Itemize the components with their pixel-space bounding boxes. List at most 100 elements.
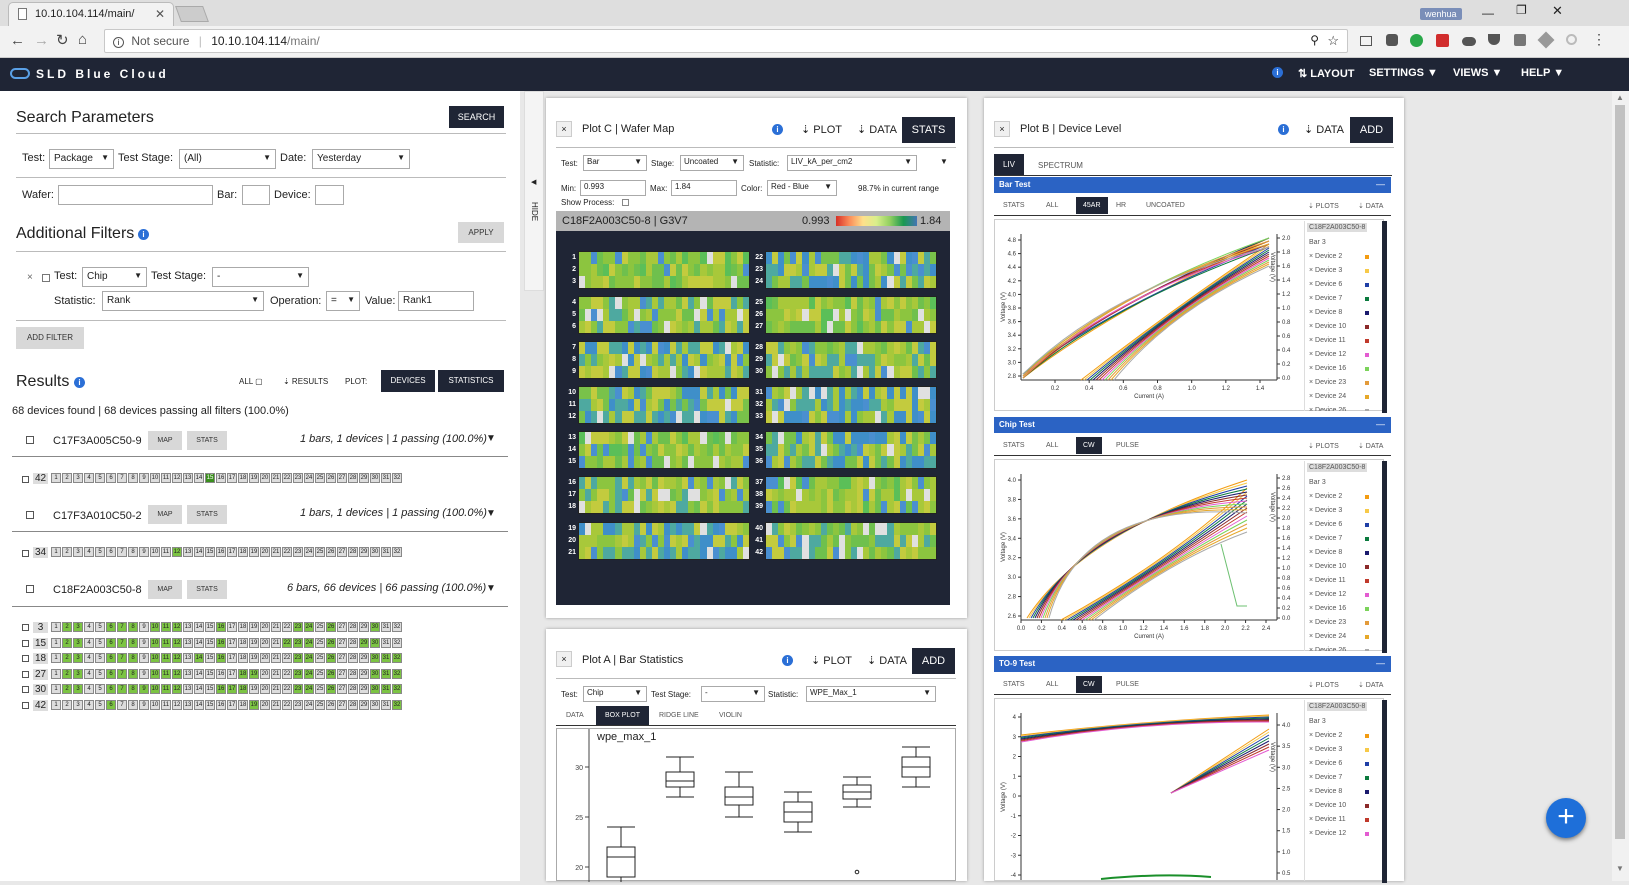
device-cell[interactable]: 20	[260, 668, 270, 679]
device-cell[interactable]: 3	[73, 547, 83, 557]
nav-settings[interactable]: SETTINGS ▼	[1369, 67, 1438, 79]
device-cell[interactable]: 10	[150, 684, 160, 695]
legend-item[interactable]: × Device 24	[1309, 393, 1373, 400]
device-cell[interactable]: 7	[117, 622, 127, 632]
box-statistic-select[interactable]: WPE_Max_1 ▼	[806, 686, 936, 702]
device-cell[interactable]: 6	[106, 684, 116, 695]
device-cell[interactable]: 25	[315, 700, 325, 710]
device-cell[interactable]: 23	[293, 637, 303, 648]
profile-name[interactable]: wenhua	[1420, 8, 1462, 20]
reload-icon[interactable]: ↻	[56, 31, 69, 49]
device-cell[interactable]: 4	[84, 637, 94, 648]
filter-stage-select[interactable]: - ▼	[212, 267, 309, 287]
device-cell[interactable]: 28	[348, 700, 358, 710]
device-cell[interactable]: 2	[62, 653, 72, 664]
device-cell[interactable]: 7	[117, 653, 127, 664]
device-cell[interactable]: 25	[315, 622, 325, 632]
add-button[interactable]: ADD	[912, 648, 955, 674]
date-select[interactable]: Yesterday ▼	[312, 149, 410, 169]
heatmap-block[interactable]	[765, 522, 937, 560]
device-cell[interactable]: 4	[84, 622, 94, 632]
heatmap-block[interactable]	[765, 296, 937, 334]
info-icon[interactable]: i	[113, 37, 124, 48]
legend-item[interactable]: × Device 26	[1309, 407, 1373, 411]
device-cell[interactable]: 31	[381, 700, 391, 710]
device-cell[interactable]: 10	[150, 547, 160, 557]
device-cell[interactable]: 26	[326, 473, 336, 483]
device-cell[interactable]: 22	[282, 473, 292, 483]
device-cell[interactable]: 23	[293, 684, 303, 695]
bar-checkbox[interactable]	[22, 476, 29, 483]
device-cell[interactable]: 27	[337, 637, 347, 648]
device-cell[interactable]: 18	[238, 547, 248, 557]
device-cell[interactable]: 6	[106, 653, 116, 664]
device-cell[interactable]: 21	[271, 637, 281, 648]
device-cell[interactable]: 18	[238, 622, 248, 632]
zoom-icon[interactable]: ⚲	[1310, 33, 1319, 47]
cloud-icon[interactable]	[1462, 37, 1476, 46]
device-cell[interactable]: 10	[150, 668, 160, 679]
remove-filter-icon[interactable]: ×	[27, 272, 33, 283]
legend-item[interactable]: × Device 11	[1309, 577, 1373, 584]
device-cell[interactable]: 29	[359, 622, 369, 632]
device-cell[interactable]: 1	[51, 622, 61, 632]
device-cell[interactable]: 9	[139, 547, 149, 557]
circle-icon[interactable]	[1566, 34, 1577, 45]
subtab-cw[interactable]: CW	[1076, 676, 1102, 693]
legend-item[interactable]: × Device 2	[1309, 493, 1373, 500]
device-cell[interactable]: 31	[381, 473, 391, 483]
scroll-down-icon[interactable]: ▼	[1616, 864, 1624, 873]
device-cell[interactable]: 3	[73, 668, 83, 679]
legend-item[interactable]: × Device 6	[1309, 521, 1373, 528]
device-cell[interactable]: 15	[205, 684, 215, 695]
device-cell[interactable]: 10	[150, 473, 160, 483]
device-cell[interactable]: 24	[304, 653, 314, 664]
device-cell[interactable]: 8	[128, 684, 138, 695]
evernote-icon[interactable]	[1386, 34, 1398, 46]
device-cell[interactable]: 21	[271, 547, 281, 557]
device-cell[interactable]: 22	[282, 700, 292, 710]
device-cell[interactable]: 13	[183, 637, 193, 648]
forward-icon[interactable]: →	[34, 32, 49, 49]
wafer-input[interactable]	[58, 185, 213, 205]
expand-icon[interactable]: ▼	[486, 508, 496, 519]
device-cell[interactable]: 5	[95, 637, 105, 648]
device-cell[interactable]: 6	[106, 700, 116, 710]
device-cell[interactable]: 16	[216, 547, 226, 557]
filters-info-icon[interactable]: i	[138, 229, 149, 240]
device-cell[interactable]: 2	[62, 622, 72, 632]
device-cell[interactable]: 28	[348, 668, 358, 679]
section-header[interactable]: TO-9 Test	[994, 656, 1391, 672]
device-cell[interactable]: 11	[161, 668, 171, 679]
device-cell[interactable]: 9	[139, 622, 149, 632]
device-cell[interactable]: 28	[348, 622, 358, 632]
download-data-link[interactable]: ⇣ DATA	[867, 654, 907, 667]
subtab-hr[interactable]: HR	[1116, 202, 1126, 209]
device-cell[interactable]: 6	[106, 668, 116, 679]
device-cell[interactable]: 10	[150, 700, 160, 710]
legend-item[interactable]: × Device 23	[1309, 379, 1373, 386]
device-cell[interactable]: 3	[73, 622, 83, 632]
device-cell[interactable]: 8	[128, 637, 138, 648]
device-cell[interactable]: 27	[337, 473, 347, 483]
device-cell[interactable]: 11	[161, 700, 171, 710]
device-cell[interactable]: 31	[381, 622, 391, 632]
device-cell[interactable]: 11	[161, 547, 171, 557]
legend-item[interactable]: × Device 11	[1309, 337, 1373, 344]
device-cell[interactable]: 26	[326, 700, 336, 710]
subtab-uncoated[interactable]: UNCOATED	[1146, 202, 1185, 209]
device-cell[interactable]: 27	[337, 653, 347, 664]
add-button[interactable]: ADD	[1350, 117, 1393, 143]
device-cell[interactable]: 15	[205, 653, 215, 664]
download-data-link[interactable]: ⇣ DATA	[1358, 681, 1383, 689]
device-cell[interactable]: 2	[62, 637, 72, 648]
subtab-stats[interactable]: STATS	[1003, 442, 1025, 449]
device-cell[interactable]: 25	[315, 637, 325, 648]
subtab-45ar[interactable]: 45AR	[1076, 197, 1108, 214]
device-cell[interactable]: 13	[183, 684, 193, 695]
device-cell[interactable]: 24	[304, 684, 314, 695]
device-cell[interactable]: 28	[348, 637, 358, 648]
page-scrollbar[interactable]: ▲ ▼	[1612, 91, 1629, 881]
close-plot-icon[interactable]: ×	[556, 121, 572, 137]
device-cell[interactable]: 28	[348, 684, 358, 695]
